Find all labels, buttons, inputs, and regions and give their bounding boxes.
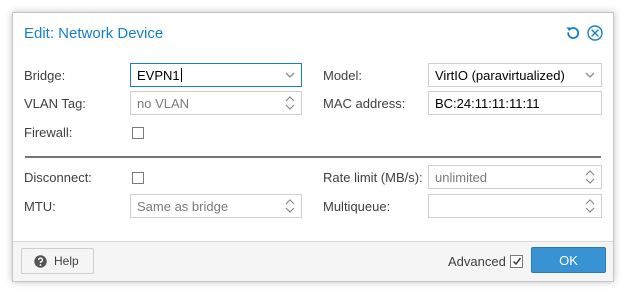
bridge-label: Bridge:: [24, 68, 66, 83]
rate-limit-spin-arrows-icon[interactable]: [583, 166, 597, 188]
model-value: VirtIO (paravirtualized): [435, 68, 565, 83]
advanced-checkbox[interactable]: [510, 255, 523, 268]
ok-button-label: OK: [559, 253, 578, 268]
mtu-spinner[interactable]: Same as bridge: [130, 194, 302, 218]
checkmark-icon: [512, 257, 522, 266]
dialog-footer: Help Advanced OK: [13, 241, 613, 281]
network-device-dialog: Edit: Network Device Bridge: EVPN1 VLAN …: [12, 12, 614, 282]
vlan-tag-label: VLAN Tag:: [24, 96, 86, 111]
multiqueue-spin-arrows-icon[interactable]: [583, 195, 597, 217]
firewall-checkbox[interactable]: [132, 127, 144, 139]
dialog-title: Edit: Network Device: [24, 25, 164, 42]
bridge-value: EVPN1: [137, 68, 182, 83]
multiqueue-spinner[interactable]: [428, 194, 602, 218]
help-button-label: Help: [54, 254, 79, 268]
model-dropdown-chevron-icon[interactable]: [583, 64, 597, 86]
mtu-placeholder: Same as bridge: [137, 199, 229, 214]
ok-button[interactable]: OK: [531, 247, 606, 273]
advanced-label: Advanced: [448, 254, 506, 269]
model-label: Model:: [323, 68, 363, 83]
rate-limit-spinner[interactable]: unlimited: [428, 165, 602, 189]
dialog-body: Bridge: EVPN1 VLAN Tag: no VLAN Firewall…: [13, 53, 613, 243]
bridge-combobox[interactable]: EVPN1: [130, 63, 302, 87]
mac-address-field[interactable]: BC:24:11:11:11:11: [428, 91, 602, 115]
mac-address-value: BC:24:11:11:11:11: [435, 96, 540, 111]
rate-limit-placeholder: unlimited: [435, 170, 488, 185]
advanced-divider: [25, 156, 601, 158]
vlan-tag-spinner[interactable]: no VLAN: [130, 91, 302, 115]
question-circle-icon: [34, 255, 47, 268]
help-button[interactable]: Help: [21, 248, 94, 274]
disconnect-checkbox[interactable]: [132, 172, 144, 184]
multiqueue-label: Multiqueue:: [323, 199, 391, 214]
disconnect-label: Disconnect:: [24, 170, 92, 185]
mtu-label: MTU:: [24, 199, 56, 214]
firewall-label: Firewall:: [24, 125, 73, 140]
mtu-spin-arrows-icon[interactable]: [283, 195, 297, 217]
mac-address-label: MAC address:: [323, 96, 406, 111]
bridge-dropdown-chevron-icon[interactable]: [283, 64, 297, 86]
close-icon[interactable]: [586, 24, 604, 42]
model-combobox[interactable]: VirtIO (paravirtualized): [428, 63, 602, 87]
rate-limit-label: Rate limit (MB/s):: [323, 170, 423, 185]
reset-icon[interactable]: [564, 24, 582, 42]
dialog-titlebar: Edit: Network Device: [13, 13, 613, 53]
vlan-tag-placeholder: no VLAN: [137, 96, 190, 111]
vlan-tag-spin-arrows-icon[interactable]: [283, 92, 297, 114]
